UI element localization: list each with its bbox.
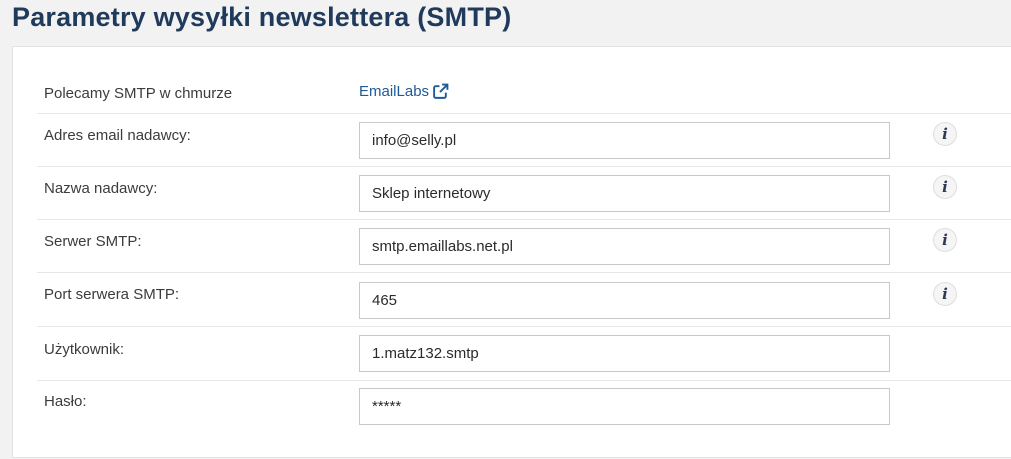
- smtp-port-field[interactable]: [359, 282, 890, 319]
- sender-name-label: Nazwa nadawcy:: [44, 180, 158, 197]
- smtp-password-row: Hasło:: [37, 381, 1011, 441]
- emaillabs-link-text: EmailLabs: [359, 83, 430, 100]
- sender-name-field[interactable]: [359, 175, 890, 212]
- smtp-username-label: Użytkownik:: [44, 341, 125, 358]
- smtp-recommendation-label: Polecamy SMTP w chmurze: [44, 85, 233, 102]
- smtp-username-field[interactable]: [359, 335, 890, 372]
- info-icon[interactable]: i: [933, 228, 957, 252]
- external-link-icon: [433, 83, 449, 99]
- sender-name-row: Nazwa nadawcy: i: [37, 167, 1011, 220]
- info-icon[interactable]: i: [933, 175, 957, 199]
- emaillabs-link[interactable]: EmailLabs: [359, 83, 449, 100]
- info-icon[interactable]: i: [933, 282, 957, 306]
- smtp-recommendation-row: Polecamy SMTP w chmurze EmailLabs: [37, 66, 1011, 114]
- smtp-server-row: Serwer SMTP: i: [37, 220, 1011, 273]
- smtp-server-label: Serwer SMTP:: [44, 233, 142, 250]
- smtp-port-row: Port serwera SMTP: i: [37, 273, 1011, 327]
- smtp-port-label: Port serwera SMTP:: [44, 286, 180, 303]
- sender-email-row: Adres email nadawcy: i: [37, 114, 1011, 167]
- sender-email-field[interactable]: [359, 122, 890, 159]
- sender-email-label: Adres email nadawcy:: [44, 127, 191, 144]
- smtp-settings-panel: Polecamy SMTP w chmurze EmailLabs Adres …: [12, 46, 1011, 458]
- smtp-server-field[interactable]: [359, 228, 890, 265]
- page-title: Parametry wysyłki newslettera (SMTP): [12, 2, 512, 32]
- smtp-password-label: Hasło:: [44, 393, 87, 410]
- smtp-username-row: Użytkownik:: [37, 327, 1011, 381]
- info-icon[interactable]: i: [933, 122, 957, 146]
- smtp-password-field[interactable]: [359, 388, 890, 425]
